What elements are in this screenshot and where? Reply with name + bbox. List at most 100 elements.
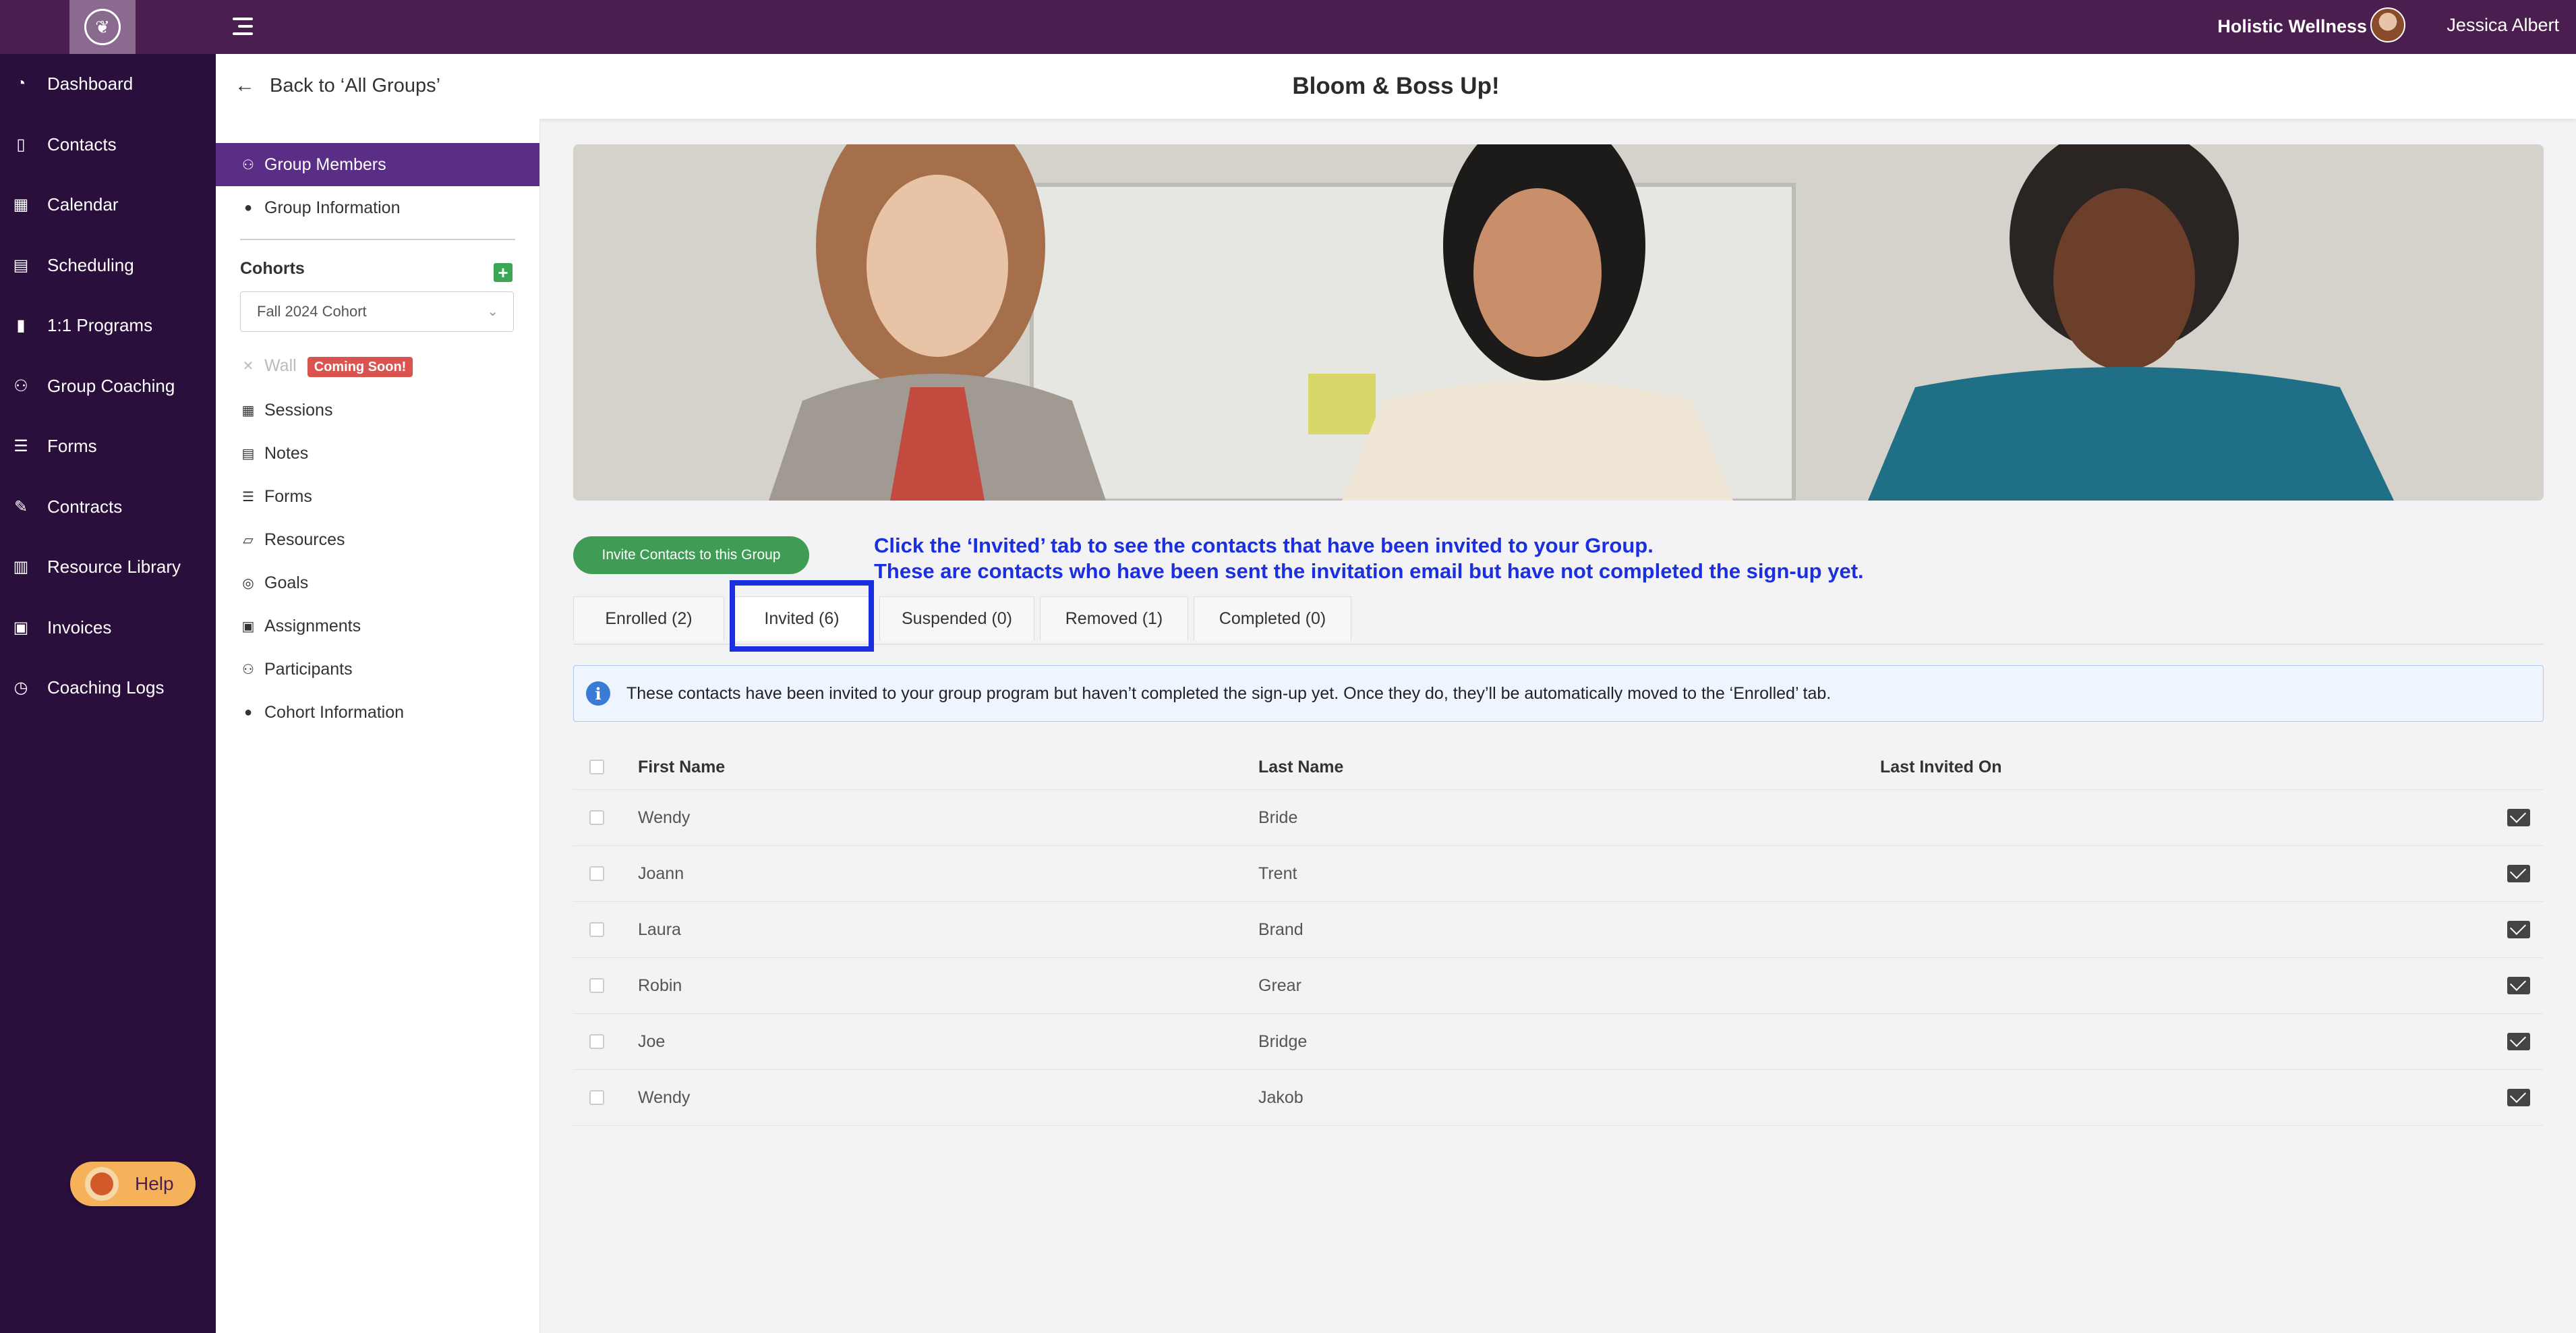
contacts-icon: ▯ <box>16 135 26 154</box>
row-checkbox[interactable] <box>589 866 604 881</box>
table-row[interactable]: Wendy Jakob <box>573 1070 2544 1126</box>
tab-invited[interactable]: Invited (6) <box>730 596 874 641</box>
sidebar-item-label: Contacts <box>47 134 117 154</box>
library-icon: ▥ <box>13 557 29 576</box>
row-checkbox[interactable] <box>589 1090 604 1105</box>
sidebar-item-forms[interactable]: ☰ Forms <box>0 419 216 473</box>
sidebar-item-contracts[interactable]: ✎ Contracts <box>0 480 216 534</box>
info-icon: i <box>586 681 610 706</box>
resend-invite-mail-icon[interactable] <box>2507 809 2530 826</box>
group-subnav: ⚇ Group Members ● Group Information Coho… <box>216 119 540 1333</box>
subnav-item-wall: ✕ Wall Coming Soon! <box>216 344 539 387</box>
avatar[interactable] <box>2370 7 2405 42</box>
group-icon: ⚇ <box>13 376 28 395</box>
cell-first-name: Wendy <box>638 1087 691 1107</box>
resend-invite-mail-icon[interactable] <box>2507 921 2530 938</box>
sidebar-item-invoices[interactable]: ▣ Invoices <box>0 600 216 654</box>
sidebar-item-group-coaching[interactable]: ⚇ Group Coaching <box>0 359 216 413</box>
info-alert-text: These contacts have been invited to your… <box>626 683 1832 703</box>
row-checkbox[interactable] <box>589 922 604 937</box>
subnav-item-cohort-information[interactable]: ● Cohort Information <box>216 691 539 734</box>
cell-first-name: Joe <box>638 1031 666 1051</box>
sidebar-item-calendar[interactable]: ▦ Calendar <box>0 177 216 231</box>
table-row[interactable]: Robin Grear <box>573 958 2544 1014</box>
info-alert: i These contacts have been invited to yo… <box>573 665 2544 722</box>
sidebar-item-label: Dashboard <box>47 73 134 94</box>
subnav-item-group-information[interactable]: ● Group Information <box>216 186 539 229</box>
info-icon: ● <box>243 200 253 215</box>
sidebar-item-label: Resource Library <box>47 556 181 577</box>
dashboard-icon: ◔ <box>16 74 26 92</box>
cell-first-name: Robin <box>638 975 682 995</box>
info-icon: ● <box>243 704 253 720</box>
cell-last-name: Grear <box>1258 975 1301 995</box>
resend-invite-mail-icon[interactable] <box>2507 865 2530 882</box>
subnav-item-group-members[interactable]: ⚇ Group Members <box>216 143 539 186</box>
sidebar-item-label: Invoices <box>47 617 112 637</box>
notes-icon: ▤ <box>241 446 255 461</box>
subnav-label: Resources <box>264 530 345 549</box>
cell-last-name: Bridge <box>1258 1031 1308 1051</box>
clipboard-icon: ▣ <box>241 619 255 634</box>
invite-contacts-button[interactable]: Invite Contacts to this Group <box>573 536 809 574</box>
row-checkbox[interactable] <box>589 810 604 825</box>
subnav-label: Participants <box>264 659 353 679</box>
subnav-label: Assignments <box>264 616 361 635</box>
help-button[interactable]: Help <box>70 1162 196 1206</box>
forms-icon: ☰ <box>242 489 254 505</box>
add-cohort-button[interactable]: + <box>494 263 513 282</box>
user-name[interactable]: Jessica Albert <box>2447 15 2559 36</box>
subnav-item-participants[interactable]: ⚇ Participants <box>216 648 539 691</box>
resend-invite-mail-icon[interactable] <box>2507 977 2530 994</box>
subnav-item-notes[interactable]: ▤ Notes <box>216 432 539 475</box>
column-header-last-name[interactable]: Last Name <box>1258 758 1343 777</box>
sidebar-item-scheduling[interactable]: ▤ Scheduling <box>0 238 216 292</box>
column-header-last-invited[interactable]: Last Invited On <box>1880 758 2002 777</box>
cell-last-name: Bride <box>1258 807 1298 827</box>
tab-enrolled[interactable]: Enrolled (2) <box>573 596 724 641</box>
tutorial-annotation: Click the ‘Invited’ tab to see the conta… <box>874 533 1864 584</box>
column-header-first-name[interactable]: First Name <box>638 758 725 777</box>
sidebar-item-resource-library[interactable]: ▥ Resource Library <box>0 540 216 594</box>
subnav-item-sessions[interactable]: ▦ Sessions <box>216 389 539 432</box>
table-row[interactable]: Joann Trent <box>573 846 2544 902</box>
org-name[interactable]: Holistic Wellness <box>2217 16 2367 37</box>
subnav-item-forms[interactable]: ☰ Forms <box>216 475 539 518</box>
cohorts-heading: Cohorts <box>240 259 305 278</box>
app-logo[interactable]: ❦ <box>69 0 136 54</box>
sidebar-item-label: Group Coaching <box>47 375 175 396</box>
logo-icon: ❦ <box>84 9 121 45</box>
cell-last-name: Trent <box>1258 863 1297 883</box>
table-row[interactable]: Wendy Bride <box>573 790 2544 846</box>
forms-icon: ☰ <box>13 436 28 455</box>
menu-toggle-icon[interactable] <box>233 15 256 38</box>
row-checkbox[interactable] <box>589 978 604 993</box>
sidebar-item-contacts[interactable]: ▯ Contacts <box>0 117 216 171</box>
sidebar-item-programs[interactable]: ▮ 1:1 Programs <box>0 298 216 352</box>
resend-invite-mail-icon[interactable] <box>2507 1033 2530 1050</box>
sidebar-item-dashboard[interactable]: ◔ Dashboard <box>0 57 216 111</box>
cell-first-name: Joann <box>638 863 684 883</box>
scheduling-icon: ▤ <box>13 256 29 275</box>
calendar-icon: ▦ <box>13 195 29 214</box>
table-row[interactable]: Joe Bridge <box>573 1014 2544 1070</box>
resend-invite-mail-icon[interactable] <box>2507 1089 2530 1106</box>
cell-first-name: Laura <box>638 919 681 939</box>
tab-suspended[interactable]: Suspended (0) <box>879 596 1034 641</box>
tab-removed[interactable]: Removed (1) <box>1040 596 1188 641</box>
main-sidebar: ◔ Dashboard ▯ Contacts ▦ Calendar ▤ Sche… <box>0 54 216 1333</box>
subnav-item-resources[interactable]: ▱ Resources <box>216 518 539 561</box>
tab-completed[interactable]: Completed (0) <box>1194 596 1351 641</box>
subnav-item-assignments[interactable]: ▣ Assignments <box>216 604 539 648</box>
table-row[interactable]: Laura Brand <box>573 902 2544 958</box>
select-all-checkbox[interactable] <box>589 760 604 774</box>
cell-last-name: Jakob <box>1258 1087 1304 1107</box>
sidebar-item-coaching-logs[interactable]: ◷ Coaching Logs <box>0 660 216 714</box>
table-header: First Name Last Name Last Invited On <box>573 745 2544 790</box>
page-header: ← Back to ‘All Groups’ Bloom & Boss Up! <box>216 54 2576 119</box>
cohort-select[interactable]: Fall 2024 Cohort ⌄ <box>240 291 514 332</box>
row-checkbox[interactable] <box>589 1034 604 1049</box>
annotation-line-1: Click the ‘Invited’ tab to see the conta… <box>874 534 1653 557</box>
members-icon: ⚇ <box>242 662 254 677</box>
subnav-item-goals[interactable]: ◎ Goals <box>216 561 539 604</box>
